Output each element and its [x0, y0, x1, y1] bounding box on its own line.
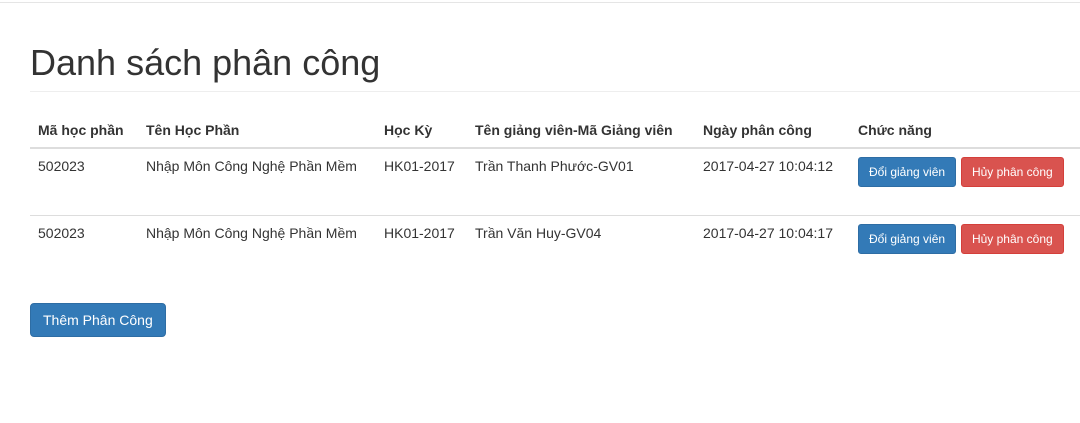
header-ngay-phan-cong: Ngày phân công [695, 112, 850, 149]
page-title: Danh sách phân công [30, 42, 381, 83]
assignment-table: Mã học phần Tên Học Phần Học Kỳ Tên giản… [30, 112, 1080, 282]
cell-ma-hoc-phan: 502023 [38, 158, 85, 174]
header-ma-hoc-phan: Mã học phần [30, 112, 138, 149]
top-divider [0, 2, 1080, 3]
cancel-assignment-button[interactable]: Hủy phân công [960, 224, 1064, 254]
cell-giang-vien: Trần Văn Huy-GV04 [467, 215, 695, 282]
header-ten-hoc-phan: Tên Học Phần [138, 112, 376, 149]
cell-hoc-ky: HK01-2017 [376, 215, 467, 282]
cell-giang-vien: Trần Thanh Phước-GV01 [475, 158, 634, 174]
cell-ma-hoc-phan: 502023 [30, 215, 138, 282]
change-lecturer-button[interactable]: Đổi giảng viên [858, 157, 957, 187]
cell-chuc-nang: Đổi giảng viên Hủy phân công [850, 215, 1080, 282]
header-chuc-nang: Chức năng [850, 112, 1080, 149]
cancel-assignment-button[interactable]: Hủy phân công [960, 157, 1064, 187]
add-assignment-button[interactable]: Thêm Phân Công [30, 303, 166, 337]
table-row: 502023 Nhập Môn Công Nghệ Phần Mềm HK01-… [30, 148, 1080, 216]
header-giang-vien: Tên giảng viên-Mã Giảng viên [467, 112, 695, 149]
cell-ten-hoc-phan: Nhập Môn Công Nghệ Phần Mềm [146, 158, 357, 174]
cell-ten-hoc-phan: Nhập Môn Công Nghệ Phần Mềm [138, 215, 376, 282]
cell-ngay-phan-cong: 2017-04-27 10:04:17 [695, 215, 850, 282]
change-lecturer-button[interactable]: Đổi giảng viên [858, 224, 957, 254]
cell-hoc-ky: HK01-2017 [384, 158, 455, 174]
title-divider [30, 91, 1080, 92]
cell-ngay-phan-cong: 2017-04-27 10:04:12 [703, 158, 833, 174]
table-row: 502023 Nhập Môn Công Nghệ Phần Mềm HK01-… [30, 215, 1080, 282]
table-header-row: Mã học phần Tên Học Phần Học Kỳ Tên giản… [30, 112, 1080, 149]
cell-chuc-nang: Đổi giảng viên Hủy phân công [850, 148, 1080, 216]
header-hoc-ky: Học Kỳ [376, 112, 467, 149]
